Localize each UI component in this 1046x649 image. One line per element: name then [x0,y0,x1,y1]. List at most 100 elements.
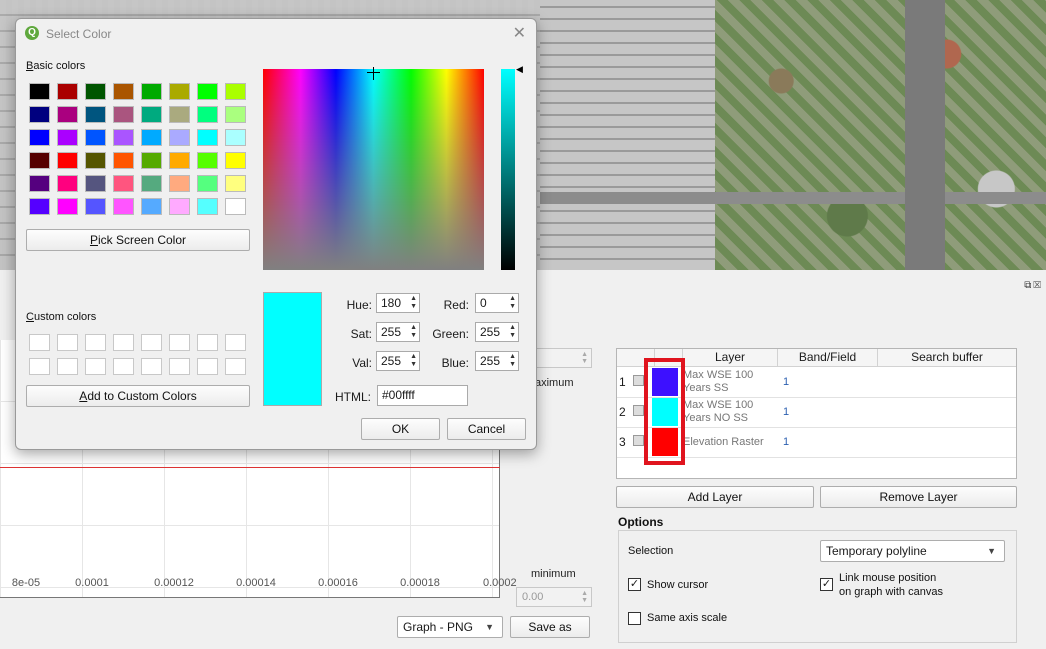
basic-color-swatch[interactable] [113,175,134,192]
export-format-select[interactable]: Graph - PNG ▼ [397,616,503,638]
green-spinbox[interactable]: 255 ▲ ▼ [475,322,519,342]
basic-color-swatch[interactable] [141,106,162,123]
custom-color-swatch[interactable] [29,358,50,375]
save-as-button[interactable]: Save as [510,616,590,638]
custom-color-swatch[interactable] [225,358,246,375]
custom-color-swatch[interactable] [197,358,218,375]
basic-color-swatch[interactable] [85,106,106,123]
basic-color-swatch[interactable] [113,129,134,146]
custom-color-swatch[interactable] [169,334,190,351]
basic-color-swatch[interactable] [57,152,78,169]
selection-select[interactable]: Temporary polyline ▼ [820,540,1005,562]
html-color-input[interactable]: #00ffff [377,385,468,406]
basic-color-swatch[interactable] [225,129,246,146]
basic-color-swatch[interactable] [169,106,190,123]
basic-color-swatch[interactable] [225,106,246,123]
basic-color-swatch[interactable] [29,129,50,146]
sat-spinbox[interactable]: 255 ▲ ▼ [376,322,420,342]
value-slider[interactable] [501,69,515,270]
layer-name: Elevation Raster [683,436,764,448]
row-checkbox[interactable] [633,435,644,446]
basic-color-swatch[interactable] [113,83,134,100]
basic-color-swatch[interactable] [225,198,246,215]
basic-color-swatch[interactable] [85,198,106,215]
basic-color-swatch[interactable] [169,198,190,215]
basic-color-swatch[interactable] [225,152,246,169]
link-mouse-label-2: on graph with canvas [839,586,943,598]
basic-color-swatch[interactable] [29,175,50,192]
row-checkbox[interactable] [633,375,644,386]
custom-color-swatch[interactable] [57,358,78,375]
basic-color-swatch[interactable] [141,175,162,192]
basic-color-swatch[interactable] [141,129,162,146]
basic-color-swatch[interactable] [85,83,106,100]
basic-color-swatch[interactable] [29,83,50,100]
export-format-value: Graph - PNG [403,620,474,634]
custom-color-swatch[interactable] [85,334,106,351]
link-mouse-label: Link mouse position [839,572,937,584]
basic-color-swatch[interactable] [197,152,218,169]
basic-color-swatch[interactable] [113,152,134,169]
basic-color-swatch[interactable] [29,152,50,169]
basic-color-swatch[interactable] [57,83,78,100]
cancel-button[interactable]: Cancel [447,418,526,440]
add-layer-button[interactable]: Add Layer [616,486,814,508]
basic-color-swatch[interactable] [225,83,246,100]
basic-color-swatch[interactable] [197,129,218,146]
basic-color-swatch[interactable] [29,106,50,123]
x-tick: 0.0001 [75,577,109,589]
color-spectrum[interactable] [263,69,484,270]
basic-color-swatch[interactable] [141,152,162,169]
custom-color-swatch[interactable] [113,358,134,375]
link-mouse-checkbox[interactable]: ✓ [820,578,833,591]
basic-color-swatch[interactable] [169,129,190,146]
basic-color-swatch[interactable] [197,198,218,215]
pick-screen-color-button[interactable]: Pick Screen Color [26,229,250,251]
basic-color-swatch[interactable] [169,152,190,169]
layer-name: Max WSE 100 Years NO SS [683,399,754,424]
map-highway [905,0,945,270]
basic-color-swatch[interactable] [141,198,162,215]
custom-color-swatch[interactable] [141,334,162,351]
ok-button[interactable]: OK [361,418,440,440]
hue-label: Hue: [346,298,372,312]
basic-color-swatch[interactable] [57,129,78,146]
remove-layer-button[interactable]: Remove Layer [820,486,1017,508]
blue-spinbox[interactable]: 255 ▲ ▼ [475,351,519,371]
custom-color-swatch[interactable] [85,358,106,375]
basic-color-swatch[interactable] [169,83,190,100]
sat-value: 255 [381,325,402,339]
hue-spinbox[interactable]: 180 ▲ ▼ [376,293,420,313]
same-axis-checkbox[interactable] [628,612,641,625]
basic-color-swatch[interactable] [85,152,106,169]
close-icon[interactable]: ✕ [513,23,526,43]
basic-color-swatch[interactable] [225,175,246,192]
value-slider-handle-icon[interactable]: ◀ [516,64,523,75]
custom-color-swatch[interactable] [169,358,190,375]
basic-color-swatch[interactable] [57,198,78,215]
basic-color-swatch[interactable] [113,106,134,123]
show-cursor-checkbox[interactable]: ✓ [628,578,641,591]
basic-color-swatch[interactable] [85,129,106,146]
row-checkbox[interactable] [633,405,644,416]
add-custom-colors-button[interactable]: Add to Custom Colors [26,385,250,407]
red-spinbox[interactable]: 0 ▲ ▼ [475,293,519,313]
custom-color-swatch[interactable] [225,334,246,351]
custom-color-swatch[interactable] [197,334,218,351]
custom-color-swatch[interactable] [141,358,162,375]
custom-color-swatch[interactable] [29,334,50,351]
basic-color-swatch[interactable] [169,175,190,192]
basic-color-swatch[interactable] [29,198,50,215]
custom-color-swatch[interactable] [57,334,78,351]
basic-color-swatch[interactable] [57,175,78,192]
basic-color-swatch[interactable] [197,175,218,192]
basic-color-swatch[interactable] [57,106,78,123]
dock-float-close-icons[interactable]: ⧉☒ [1024,280,1043,291]
basic-color-swatch[interactable] [197,83,218,100]
val-spinbox[interactable]: 255 ▲ ▼ [376,351,420,371]
basic-color-swatch[interactable] [141,83,162,100]
basic-color-swatch[interactable] [197,106,218,123]
basic-color-swatch[interactable] [85,175,106,192]
custom-color-swatch[interactable] [113,334,134,351]
basic-color-swatch[interactable] [113,198,134,215]
